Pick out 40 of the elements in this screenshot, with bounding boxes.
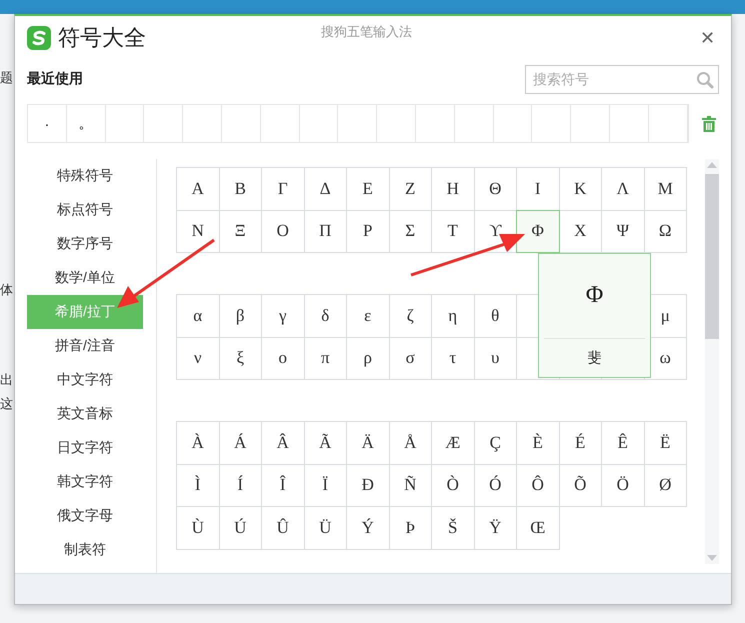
symbol-cell[interactable]: Φ — [516, 210, 560, 253]
symbol-cell[interactable]: À — [176, 421, 220, 464]
symbol-cell[interactable]: Ω — [644, 210, 687, 253]
category-item[interactable]: 特殊符号 — [27, 159, 143, 193]
scrollbar[interactable] — [705, 159, 719, 564]
background-text: 题 — [0, 69, 14, 87]
category-item[interactable]: 制表符 — [27, 533, 143, 567]
search-icon — [696, 70, 714, 88]
category-item[interactable]: 日文字符 — [27, 431, 143, 465]
symbol-cell[interactable]: Ø — [644, 464, 687, 507]
symbol-cell[interactable]: Ë — [644, 421, 687, 464]
preview-symbol: Φ — [586, 282, 604, 310]
search-field[interactable]: 搜索符号 — [525, 64, 719, 94]
scroll-down-icon[interactable] — [707, 555, 717, 561]
background-text: 这 — [0, 395, 14, 413]
category-item[interactable]: 数字序号 — [27, 227, 143, 261]
close-button[interactable]: ✕ — [696, 27, 719, 49]
symbol-cell[interactable]: Ù — [176, 506, 220, 550]
symbol-cell[interactable]: ν — [176, 336, 220, 380]
category-item[interactable]: 俄文字母 — [27, 499, 143, 533]
symbol-name: 斐 — [544, 338, 645, 367]
symbol-cell[interactable]: Œ — [516, 506, 560, 550]
category-item[interactable]: 韩文字符 — [27, 465, 143, 499]
app-name: 搜狗五笔输入法 — [321, 23, 412, 41]
symbol-cell[interactable]: Α — [176, 167, 220, 210]
symbol-cell[interactable]: Μ — [644, 167, 687, 210]
category-item[interactable]: 中文字符 — [27, 363, 143, 397]
scroll-up-icon[interactable] — [707, 162, 717, 168]
logo-icon — [27, 26, 51, 50]
category-item[interactable]: 拼音/注音 — [27, 329, 143, 363]
category-item[interactable]: 英文音标 — [27, 397, 143, 431]
background-text: 体 — [0, 281, 14, 299]
window-title: 符号大全 — [58, 24, 146, 52]
recent-label: 最近使用 — [27, 70, 83, 88]
category-item[interactable]: 标点符号 — [27, 193, 143, 227]
symbol-cell[interactable]: Ν — [176, 210, 220, 253]
category-item[interactable]: 数学/单位 — [27, 261, 143, 295]
trash-icon[interactable] — [702, 116, 716, 132]
background-text: 出 — [0, 371, 14, 389]
symbol-cell[interactable]: α — [176, 294, 220, 338]
